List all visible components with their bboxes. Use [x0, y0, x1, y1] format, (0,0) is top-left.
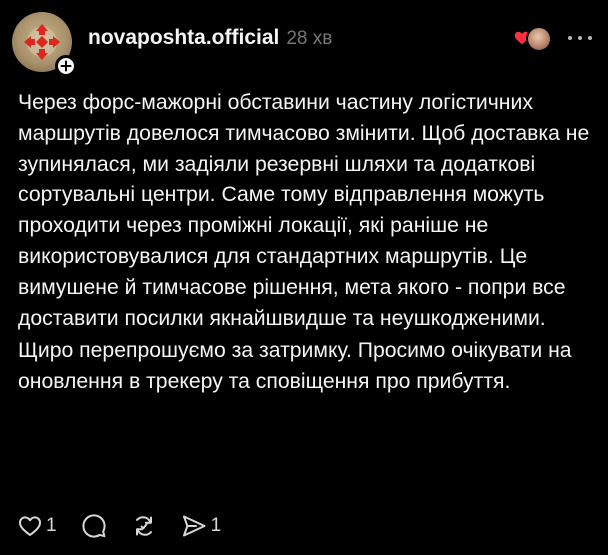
more-icon-dot [588, 36, 592, 40]
comment-icon [81, 514, 106, 538]
plus-icon [60, 60, 72, 72]
post-body: Через форс-мажорні обставини частину лог… [18, 88, 598, 398]
like-count: 1 [46, 515, 57, 536]
action-bar: 1 1 [18, 512, 245, 540]
more-icon-dot [578, 36, 582, 40]
more-button[interactable] [568, 33, 592, 43]
thread-post: novaposhta.official 28 хв Через форс-маж… [0, 0, 608, 555]
post-header: novaposhta.official 28 хв [88, 26, 332, 56]
follow-button[interactable] [55, 55, 77, 77]
profile-avatar[interactable] [12, 12, 77, 77]
username-link[interactable]: novaposhta.official [88, 26, 279, 50]
more-icon [568, 36, 572, 40]
post-timestamp: 28 хв [286, 28, 333, 49]
send-icon [182, 515, 206, 537]
post-paragraph: Щиро перепрошуємо за затримку. Просимо о… [18, 339, 572, 394]
share-count: 1 [210, 515, 222, 536]
like-button[interactable]: 1 [18, 515, 57, 537]
repost-icon [135, 516, 152, 536]
liked-by-indicator[interactable] [514, 24, 552, 52]
heart-outline-icon [19, 516, 41, 536]
post-paragraph: Через форс-мажорні обставини частину лог… [18, 91, 590, 330]
share-button[interactable]: 1 [181, 514, 222, 538]
reactor-avatar [526, 26, 552, 52]
header-actions [514, 24, 592, 52]
repost-button[interactable] [131, 513, 157, 539]
comment-button[interactable] [81, 513, 107, 539]
